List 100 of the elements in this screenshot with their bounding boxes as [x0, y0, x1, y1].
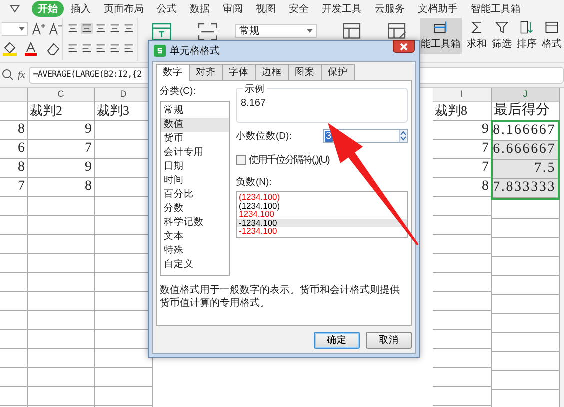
menu-tab[interactable]: 文档助手 — [412, 1, 464, 17]
menu-tab[interactable]: 云服务 — [369, 1, 411, 17]
zoom-icon[interactable] — [2, 69, 14, 81]
align-middle-icon[interactable] — [81, 23, 93, 34]
scan-icon[interactable] — [198, 22, 218, 42]
table-cell: 8 — [0, 159, 27, 178]
table-pen-icon[interactable] — [388, 22, 408, 42]
negative-format-item[interactable]: (1234.100) — [237, 202, 407, 210]
category-item[interactable]: 会计专用 — [161, 146, 229, 160]
selection-range[interactable]: 8.166667 6.666667 7.5 7.833333 — [491, 120, 560, 200]
category-item[interactable]: 百分比 — [161, 188, 229, 202]
menu-tab[interactable]: 公式 — [151, 1, 183, 17]
category-item[interactable]: 自定义 — [161, 258, 229, 272]
sum-button[interactable]: 求和 — [465, 18, 489, 54]
table-cell: 7 — [28, 140, 94, 159]
sort-icon — [518, 21, 536, 34]
dialog-tab[interactable]: 图案 — [288, 64, 322, 80]
eraser-icon[interactable] — [46, 42, 62, 56]
align-top-icon[interactable] — [67, 23, 79, 34]
align-center-icon[interactable] — [81, 43, 93, 54]
category-item[interactable]: 货币 — [161, 132, 229, 146]
menu-tab[interactable]: 审阅 — [217, 1, 249, 17]
filter-icon — [493, 21, 511, 34]
align-right-icon[interactable] — [95, 43, 107, 54]
thousands-separator-label: 使用千位分隔符(,)(U) — [249, 154, 330, 167]
menu-tab[interactable]: 数据 — [184, 1, 216, 17]
dropdown-icon[interactable] — [10, 5, 20, 13]
table-cell: 7 — [0, 178, 27, 197]
sort-button[interactable]: 排序 — [515, 18, 539, 54]
menu-tab[interactable]: 开发工具 — [316, 1, 368, 17]
category-label: 分类(C): — [160, 85, 197, 98]
category-item[interactable]: 时间 — [161, 174, 229, 188]
justify-icon[interactable] — [109, 43, 121, 54]
negative-format-item[interactable]: -1234.100 — [237, 227, 407, 236]
dialog-tab[interactable]: 保护 — [321, 64, 355, 80]
font-size-field[interactable] — [2, 22, 28, 36]
category-item[interactable]: 文本 — [161, 230, 229, 244]
category-item[interactable]: 数值 — [161, 118, 229, 132]
table-cell: 7 — [433, 159, 491, 178]
table-cell: 6 — [0, 140, 27, 159]
filter-button[interactable]: 筛选 — [490, 18, 514, 54]
dialog-tab[interactable]: 对齐 — [189, 64, 223, 80]
dialog-tab[interactable]: 边框 — [255, 64, 289, 80]
negative-numbers-label: 负数(N): — [236, 176, 273, 189]
menu-tab[interactable]: 安全 — [283, 1, 315, 17]
table-cell: 9 — [28, 159, 94, 178]
ok-button[interactable]: 确定 — [314, 332, 360, 349]
menu-tab[interactable]: 插入 — [65, 1, 97, 17]
menu-tab[interactable]: 视图 — [250, 1, 282, 17]
indent-left-icon[interactable] — [109, 23, 121, 34]
menu-tab[interactable]: 智能工具箱 — [465, 1, 527, 17]
header-cell: 裁判8 — [433, 102, 491, 121]
table-edit-icon[interactable] — [342, 22, 362, 42]
header-cell: 最后得分 — [492, 102, 559, 121]
grow-font-icon[interactable] — [32, 22, 45, 36]
header-cell: 裁判2 — [28, 102, 94, 121]
negative-format-item[interactable]: (1234.100) — [237, 193, 407, 202]
format-button[interactable]: 格式 — [540, 18, 564, 54]
align-bottom-icon[interactable] — [95, 23, 107, 34]
dialog-tab[interactable]: 字体 — [222, 64, 256, 80]
close-button[interactable] — [393, 40, 415, 53]
cancel-button[interactable]: 取消 — [366, 332, 412, 349]
table-cell: 9 — [433, 121, 491, 140]
table-cell: 7 — [433, 140, 491, 159]
number-format-dropdown[interactable]: 常规 — [235, 24, 317, 38]
checkbox[interactable] — [236, 155, 246, 165]
shrink-font-icon[interactable] — [48, 22, 62, 36]
toolbox-button[interactable]: 能工具箱 — [420, 18, 462, 54]
table-cell: 7.833333 — [493, 179, 558, 198]
category-list[interactable]: 常规 数值 货币 会计专用 日期 时间 百分比 分数 科学记数 文本 特殊 自定义 — [160, 101, 230, 276]
category-item[interactable]: 日期 — [161, 160, 229, 174]
sample-value: 8.167 — [241, 98, 266, 109]
indent-right-icon[interactable] — [123, 23, 135, 34]
menu-tab[interactable]: 页面布局 — [98, 1, 150, 17]
fill-color-icon[interactable] — [2, 42, 20, 56]
negative-format-item[interactable]: 1234.100 — [237, 210, 407, 219]
dialog-tab[interactable]: 数字 — [156, 64, 190, 81]
negative-format-item[interactable]: -1234.100 — [237, 218, 407, 228]
sample-label: 示例 — [243, 83, 267, 96]
function-button[interactable]: fx — [18, 70, 26, 80]
column-header[interactable]: C — [28, 88, 94, 102]
dialog-title: 单元格格式 — [170, 44, 220, 58]
spinner-icon[interactable] — [400, 131, 407, 141]
distribute-icon[interactable] — [123, 43, 135, 54]
app-icon — [154, 45, 166, 57]
table-cell: 8 — [28, 178, 94, 197]
table-cell: 9 — [28, 121, 94, 140]
format-icon — [543, 21, 561, 34]
category-item[interactable]: 分数 — [161, 202, 229, 216]
category-item[interactable]: 常规 — [161, 104, 229, 118]
table-icon[interactable] — [152, 22, 172, 42]
column-header[interactable]: I — [433, 88, 491, 102]
caret-icon — [306, 29, 313, 33]
category-item[interactable]: 特殊 — [161, 244, 229, 258]
category-item[interactable]: 科学记数 — [161, 216, 229, 230]
column-header[interactable]: J — [492, 88, 559, 102]
caret-icon — [18, 27, 25, 31]
align-left-icon[interactable] — [67, 43, 79, 54]
close-icon — [400, 42, 408, 50]
table-cell: 6.666667 — [493, 141, 558, 160]
